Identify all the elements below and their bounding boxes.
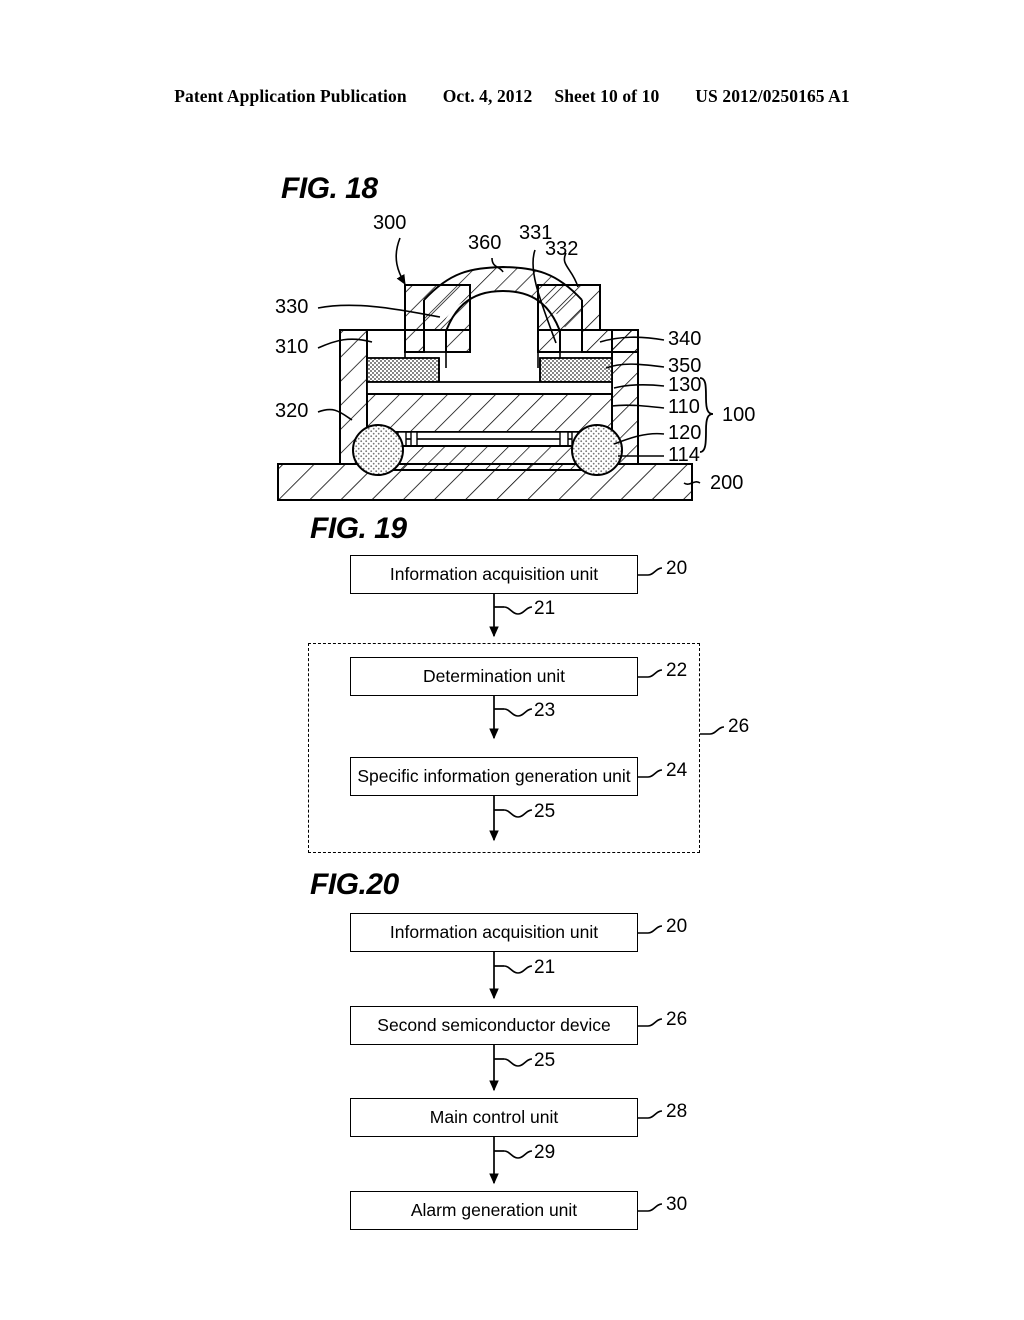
fig20-ref-30: 30 bbox=[666, 1194, 688, 1215]
fig20-ref-28: 28 bbox=[666, 1101, 688, 1122]
fig20-arrow-ref-25: 25 bbox=[534, 1050, 556, 1071]
fig20-ref-26: 26 bbox=[666, 1009, 688, 1030]
figure-20-connectors bbox=[489, 925, 663, 1212]
fig20-arrow-ref-29: 29 bbox=[534, 1142, 556, 1163]
fig20-ref-20: 20 bbox=[666, 916, 688, 937]
fig20-arrow-ref-21: 21 bbox=[534, 957, 556, 978]
patent-drawing-page: Patent Application Publication Oct. 4, 2… bbox=[0, 0, 1024, 1320]
